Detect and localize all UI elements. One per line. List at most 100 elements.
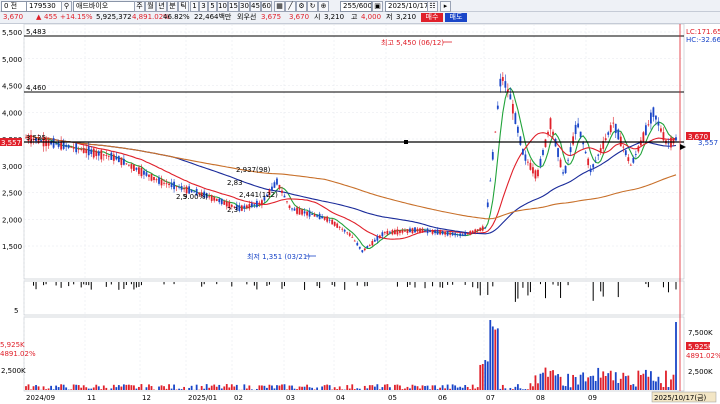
candle-body	[175, 186, 178, 188]
candle-body	[577, 123, 580, 128]
line-tool-icon[interactable]: ╱	[285, 1, 296, 12]
volume-bar	[594, 380, 597, 390]
volume-bar	[57, 387, 60, 390]
volume-bar	[140, 384, 143, 390]
candle-body	[135, 167, 138, 170]
candle-body	[105, 155, 108, 156]
volume-bar	[133, 385, 135, 390]
annotation-1: 2,937(98)	[236, 166, 271, 174]
volume-axis-tick-1: 7,500K	[688, 329, 713, 337]
indicator-bar	[45, 282, 47, 285]
indicator-bar	[645, 282, 647, 285]
candle-body	[421, 228, 424, 233]
candle-body	[168, 183, 170, 186]
candle-body	[675, 137, 677, 141]
indicator-bar	[617, 282, 619, 298]
refresh-icon[interactable]: ↻	[307, 1, 318, 12]
chart-type-icon[interactable]: ▦	[274, 1, 285, 12]
volume-bar	[665, 370, 667, 390]
date-field[interactable]: 2025/10/17	[385, 1, 429, 12]
volume-bar	[62, 384, 65, 390]
grid-icon[interactable]: ▣	[372, 1, 383, 12]
candle-body	[404, 230, 406, 232]
volume-bar	[401, 389, 404, 390]
tab-interval-60[interactable]: 60	[261, 1, 272, 12]
volume-bar	[218, 384, 221, 390]
stock-name-field[interactable]: 애드바이오	[73, 1, 135, 12]
candle-body	[343, 229, 346, 232]
tab-period-minute[interactable]: 분	[167, 1, 178, 12]
tab-interval-45[interactable]: 45	[250, 1, 261, 12]
volume-bar	[286, 389, 288, 390]
zoom-icon[interactable]: ⊕	[318, 1, 329, 12]
volume-bar	[243, 384, 246, 390]
volume-bar	[464, 385, 467, 390]
candle-body	[522, 148, 524, 155]
candle-body	[629, 164, 632, 166]
candle-body	[158, 177, 160, 184]
stock-code-input[interactable]: 179530	[26, 1, 62, 12]
calendar-icon[interactable]: ☷	[427, 1, 438, 12]
candle-body	[446, 230, 449, 236]
volume-bar	[72, 384, 75, 390]
candle-body	[489, 180, 492, 182]
candle-body	[514, 113, 517, 124]
tab-interval-1[interactable]: 1	[190, 1, 199, 12]
volume-bar	[459, 386, 462, 390]
count-field[interactable]: 255/600	[340, 1, 372, 12]
tab-period-year[interactable]: 년	[156, 1, 167, 12]
tab-period-tick[interactable]: 틱	[178, 1, 189, 12]
candle-body	[386, 230, 389, 235]
search-icon[interactable]: ⚲	[61, 1, 72, 12]
tab-interval-3[interactable]: 3	[199, 1, 208, 12]
right-price-label: 3,557	[698, 139, 718, 147]
tab-interval-30[interactable]: 30	[239, 1, 250, 12]
volume-bar	[55, 385, 58, 390]
buy-button[interactable]: 매수	[421, 13, 443, 22]
period-select[interactable]: 0 전	[1, 1, 27, 12]
tab-period-month[interactable]: 월	[145, 1, 156, 12]
sell-button[interactable]: 매도	[445, 13, 467, 22]
tab-interval-10[interactable]: 10	[217, 1, 228, 12]
volume-bar	[308, 387, 311, 390]
tab-interval-15[interactable]: 15	[228, 1, 239, 12]
quote-bar: 3,670 ▲ 455 +14.15% 5,925,372 4,891.02% …	[0, 12, 720, 24]
volume-bar	[406, 386, 409, 390]
line-handle[interactable]	[404, 140, 408, 144]
candle-body	[584, 151, 587, 154]
volume-bar	[547, 376, 549, 390]
volume-bar	[255, 388, 258, 390]
candle-body	[464, 232, 467, 236]
candle-body	[303, 211, 306, 214]
volume-bar	[612, 380, 615, 390]
candle-body	[466, 233, 469, 235]
volume-bar	[632, 384, 635, 390]
indicator-bar	[83, 282, 85, 285]
volume-bar	[376, 384, 379, 390]
candle-body	[316, 215, 319, 217]
candle-body	[338, 226, 341, 228]
settings-icon[interactable]: ⚙	[296, 1, 307, 12]
tab-period-week[interactable]: 주	[134, 1, 145, 12]
volume-panel	[23, 316, 685, 392]
indicator-bar	[163, 282, 165, 285]
arrow-icon[interactable]: ▸	[440, 1, 451, 12]
price-tick: 3,000	[2, 163, 22, 171]
candle-body	[296, 207, 298, 214]
candle-body	[110, 152, 113, 160]
volume-bar	[597, 367, 600, 390]
indicator-bar	[529, 282, 531, 293]
candle-body	[321, 216, 324, 219]
candle-body	[519, 136, 522, 145]
volume-bar	[263, 385, 266, 390]
candle-body	[642, 132, 645, 143]
candle-body	[667, 143, 670, 145]
stock-chart[interactable]: 5,483 4,460 3,525 최고 5,450 (06/12) 최저 1,…	[0, 24, 720, 404]
indicator-bar	[464, 282, 466, 285]
candle-body	[47, 139, 50, 146]
candle-body	[351, 236, 354, 238]
volume-bar	[532, 386, 534, 390]
indicator-bar	[138, 282, 140, 287]
tab-interval-5[interactable]: 5	[208, 1, 217, 12]
volume-bar	[514, 386, 517, 390]
